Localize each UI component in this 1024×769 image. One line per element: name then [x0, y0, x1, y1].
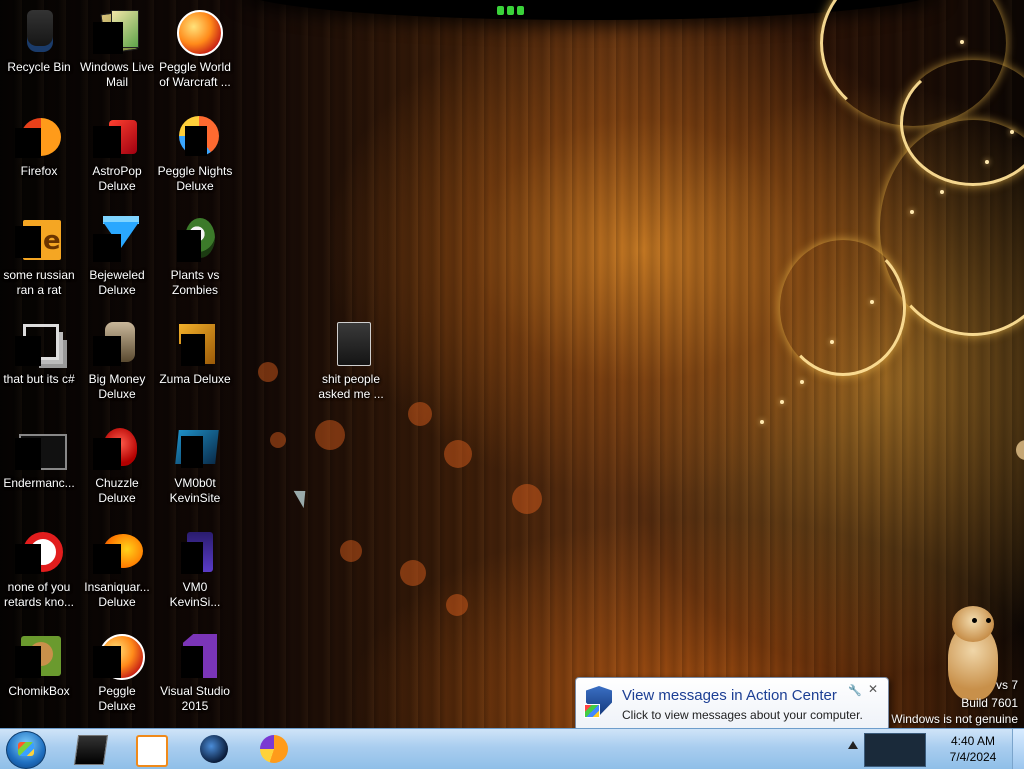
desktop-icon-label: Recycle Bin: [7, 60, 71, 74]
folders-icon: [15, 320, 63, 368]
notification-close-button[interactable]: ✕: [866, 682, 880, 696]
desktop-icon-chomikbox[interactable]: ChomikBox: [0, 628, 78, 728]
plants-vs-zombies-icon: [171, 216, 219, 264]
notification-title[interactable]: View messages in Action Center: [622, 687, 837, 704]
desktop-icon-label: AstroPop Deluxe: [92, 164, 142, 193]
desktop-icon-peggle-deluxe[interactable]: Peggle Deluxe: [78, 628, 156, 728]
firefox-icon: [260, 735, 288, 763]
desktop-icon-that-but-its-csharp[interactable]: that but its c#: [0, 316, 78, 416]
taskbar-firefox-button[interactable]: [246, 731, 302, 767]
taskbar-terminal-button[interactable]: [62, 731, 118, 767]
desktop-icon-bejeweled-deluxe[interactable]: Bejeweled Deluxe: [78, 212, 156, 312]
clock-date: 7/4/2024: [949, 750, 997, 764]
desktop-icon-label: Bejeweled Deluxe: [89, 268, 145, 297]
desktop-icon-big-money-deluxe[interactable]: Big Money Deluxe: [78, 316, 156, 416]
desktop-icon-endermanch[interactable]: Endermanc...: [0, 420, 78, 520]
insaniquarium-icon: [93, 528, 143, 576]
recycle-bin-icon: [15, 8, 63, 56]
desktop-icon-some-russian-ran-a-rat[interactable]: some russian ran a rat: [0, 212, 78, 312]
show-hidden-icons-chevron-icon[interactable]: [848, 741, 858, 749]
desktop-icon-label: that but its c#: [3, 372, 75, 386]
desktop-icon-none-of-you[interactable]: none of you retards kno...: [0, 524, 78, 624]
desktop-icon-label: ChomikBox: [8, 684, 70, 698]
big-money-icon: [93, 320, 141, 368]
desktop-icon-visual-studio-2015[interactable]: Visual Studio 2015: [156, 628, 234, 728]
windows-live-mail-icon: [93, 8, 141, 56]
desktop-icon-plants-vs-zombies[interactable]: Plants vs Zombies: [156, 212, 234, 312]
peggle-deluxe-icon: [93, 632, 145, 680]
desktop-icon-firefox[interactable]: Firefox: [0, 108, 78, 208]
start-button[interactable]: [6, 731, 46, 769]
desktop-icon-peggle-world-of-warcraft[interactable]: Peggle World of Warcraft ...: [156, 4, 234, 104]
peggle-icon: [171, 8, 223, 56]
folder-icon: [327, 320, 375, 368]
chomikbox-icon: [15, 632, 63, 680]
terminal-icon: [73, 735, 109, 765]
desktop-icon-label: Peggle Deluxe: [98, 684, 136, 713]
action-center-notification[interactable]: View messages in Action Center Click to …: [575, 677, 889, 738]
firefox-icon: [15, 112, 63, 160]
taskbar: 4:40 AM 7/4/2024: [0, 728, 1024, 769]
windows-flag-icon: [584, 704, 600, 718]
taskbar-globe-button[interactable]: [186, 731, 242, 767]
globe-icon: [200, 735, 228, 763]
desktop-icon-recycle-bin[interactable]: Recycle Bin: [0, 4, 78, 104]
desktop-icon-label: Insaniquar... Deluxe: [84, 580, 150, 609]
tray-network-icon[interactable]: [864, 733, 926, 767]
bejeweled-icon: [93, 216, 141, 264]
desktop-icon-insaniquarium-deluxe[interactable]: Insaniquar... Deluxe: [78, 524, 156, 624]
vm0b0t-icon: [171, 424, 219, 472]
taskbar-media-player-button[interactable]: [122, 731, 178, 767]
desktop-icon-label: shit people asked me ...: [318, 372, 384, 401]
system-clock[interactable]: 4:40 AM 7/4/2024: [940, 733, 1006, 765]
desktop-icon-astropop-deluxe[interactable]: AstroPop Deluxe: [78, 108, 156, 208]
desktop-icon-label: some russian ran a rat: [3, 268, 75, 297]
desktop-icon-label: Visual Studio 2015: [160, 684, 230, 713]
desktop-icon-zuma-deluxe[interactable]: Zuma Deluxe: [156, 316, 234, 416]
watermark-line-1: vs 7: [995, 678, 1018, 692]
desktop-icon-label: Firefox: [20, 164, 58, 178]
wallpaper-green-dots: [497, 6, 524, 15]
desktop-icon-label: Zuma Deluxe: [159, 372, 231, 386]
chuzzle-icon: [93, 424, 141, 472]
desktop-icon-label: Big Money Deluxe: [88, 372, 146, 401]
notification-settings-icon[interactable]: 🔧: [848, 684, 862, 697]
clock-time: 4:40 AM: [950, 734, 996, 748]
desktop-icon-windows-live-mail[interactable]: Windows Live Mail: [78, 4, 156, 104]
desktop-icon-label: Windows Live Mail: [79, 60, 155, 89]
desktop-icon-label: Plants vs Zombies: [170, 268, 220, 297]
show-desktop-button[interactable]: [1012, 729, 1024, 769]
desktop-icon-label: none of you retards kno...: [3, 580, 75, 609]
desktop-icon-label: Peggle World of Warcraft ...: [159, 60, 231, 89]
notification-message: Click to view messages about your comput…: [622, 708, 863, 722]
desktop-icon-chuzzle-deluxe[interactable]: Chuzzle Deluxe: [78, 420, 156, 520]
desktop-icon-peggle-nights-deluxe[interactable]: Peggle Nights Deluxe: [156, 108, 234, 208]
windows-logo-icon: [18, 742, 34, 756]
astropop-icon: [93, 112, 141, 160]
desktop-icon-vm0-kevinsite[interactable]: VM0 KevinSi...: [156, 524, 234, 624]
peggle-nights-icon: [171, 112, 219, 160]
shortcut-icon: [15, 216, 63, 264]
desktop-icon-label: Endermanc...: [3, 476, 75, 490]
desktop-icon-vm0b0t-kevinsite[interactable]: VM0b0t KevinSite: [156, 420, 234, 520]
watermark-not-genuine: Windows is not genuine: [891, 712, 1018, 726]
desktop-icon-label: VM0 KevinSi...: [169, 580, 221, 609]
opera-icon: [15, 528, 63, 576]
desktop-icon-label: Chuzzle Deluxe: [95, 476, 139, 505]
media-player-icon: [136, 735, 168, 767]
watermark-build: Build 7601: [961, 696, 1018, 710]
hamster-gadget[interactable]: [942, 604, 1004, 702]
vm0-icon: [171, 528, 219, 576]
desktop-icon-label: VM0b0t KevinSite: [169, 476, 221, 505]
desktop-icon-label: Peggle Nights Deluxe: [157, 164, 233, 193]
zuma-icon: [171, 320, 219, 368]
visual-studio-icon: [171, 632, 219, 680]
endermanch-icon: [15, 424, 67, 472]
desktop-icon-shit-people-asked-me[interactable]: shit people asked me ...: [312, 316, 390, 416]
